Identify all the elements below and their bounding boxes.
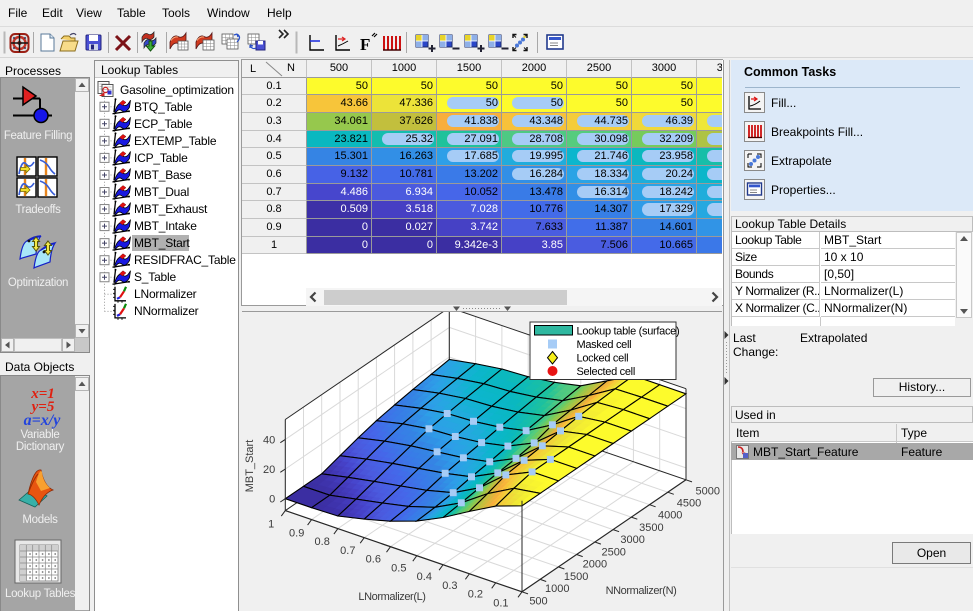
svg-text:0.1: 0.1	[493, 597, 508, 609]
svg-text:5000: 5000	[696, 485, 720, 497]
svg-text:500: 500	[529, 595, 547, 607]
svg-text:4000: 4000	[658, 510, 682, 522]
svg-text:0.3: 0.3	[442, 580, 457, 592]
svg-text:2500: 2500	[601, 546, 625, 558]
svg-text:NNormalizer(N): NNormalizer(N)	[606, 585, 677, 597]
svg-text:0.8: 0.8	[315, 536, 330, 548]
svg-text:F: F	[360, 35, 370, 54]
svg-text:0.4: 0.4	[417, 571, 432, 583]
svg-text:1500: 1500	[564, 571, 588, 583]
svg-text:40: 40	[263, 434, 275, 446]
svg-text:Masked cell: Masked cell	[577, 339, 632, 351]
svg-text:0.5: 0.5	[391, 562, 406, 574]
svg-text:MBT_Start: MBT_Start	[244, 440, 256, 493]
svg-text:0.9: 0.9	[289, 527, 304, 539]
svg-text:a=x/y: a=x/y	[24, 412, 62, 429]
svg-text:20: 20	[263, 464, 275, 476]
svg-text:Locked cell: Locked cell	[577, 353, 629, 365]
svg-text:3000: 3000	[620, 534, 644, 546]
svg-text:4500: 4500	[677, 498, 701, 510]
svg-text:0.6: 0.6	[366, 554, 381, 566]
svg-text:0: 0	[269, 494, 275, 506]
svg-text:3500: 3500	[639, 522, 663, 534]
svg-text:0.7: 0.7	[340, 545, 355, 557]
svg-text:2000: 2000	[583, 559, 607, 571]
svg-text:1000: 1000	[545, 583, 569, 595]
svg-text:0.2: 0.2	[468, 589, 483, 601]
svg-text:Lookup table (surface): Lookup table (surface)	[577, 326, 680, 338]
svg-text:1: 1	[268, 519, 274, 531]
svg-text:Selected cell: Selected cell	[577, 366, 635, 378]
svg-text:LNormalizer(L): LNormalizer(L)	[358, 591, 425, 603]
